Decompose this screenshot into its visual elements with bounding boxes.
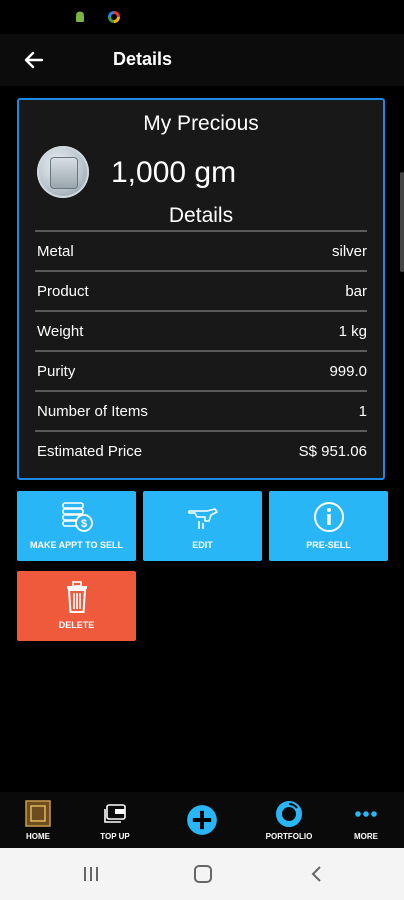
detail-value: 1 <box>358 403 367 420</box>
info-icon <box>269 499 388 535</box>
more-dots-icon <box>334 800 398 828</box>
pre-sell-label: PRE-SELL <box>306 540 351 550</box>
silver-bar-image <box>37 146 89 198</box>
detail-label: Number of Items <box>37 403 148 420</box>
hand-edit-icon <box>143 499 262 535</box>
detail-value: 1 kg <box>338 323 367 340</box>
detail-row-product: Product bar <box>35 270 367 310</box>
nav-top-up[interactable]: TOP UP <box>83 792 147 848</box>
make-appt-button[interactable]: $ MAKE APPT TO SELL <box>17 491 136 561</box>
android-icon <box>76 11 84 22</box>
make-appt-label: MAKE APPT TO SELL <box>29 540 123 550</box>
detail-label: Estimated Price <box>37 443 143 460</box>
nav-top-up-label: TOP UP <box>100 832 130 841</box>
detail-label: Metal <box>37 243 74 260</box>
holding-weight: 1,000 gm <box>111 156 237 189</box>
holding-title: My Precious <box>143 112 259 135</box>
nav-more[interactable]: MORE <box>334 792 398 848</box>
page-title: Details <box>113 49 173 69</box>
nav-add-button[interactable] <box>170 792 234 848</box>
plus-circle-icon <box>170 804 234 835</box>
holding-card: My Precious 1,000 gm Details Metal silve… <box>17 98 385 480</box>
donut-chart-icon <box>257 800 321 828</box>
details-table: Metal silver Product bar Weight 1 kg Pur… <box>35 230 367 470</box>
recent-apps-button[interactable] <box>76 860 106 888</box>
scrollbar[interactable] <box>400 172 404 272</box>
edit-label: EDIT <box>192 540 213 550</box>
home-system-button[interactable] <box>188 860 218 888</box>
bottom-nav: HOME TOP UP PORTFOLIO MORE <box>0 792 404 848</box>
detail-row-weight: Weight 1 kg <box>35 310 367 350</box>
coins-icon: $ <box>17 499 136 535</box>
delete-label: DELETE <box>58 620 95 630</box>
home-icon <box>6 800 70 828</box>
system-nav-bar <box>0 848 404 900</box>
system-back-button[interactable] <box>302 860 332 888</box>
nav-more-label: MORE <box>354 832 378 841</box>
status-bar <box>0 0 404 34</box>
app-bar: Details <box>0 34 404 86</box>
detail-row-purity: Purity 999.0 <box>35 350 367 390</box>
nav-home-label: HOME <box>26 832 50 841</box>
nav-home[interactable]: HOME <box>6 792 70 848</box>
detail-row-metal: Metal silver <box>35 230 367 270</box>
back-button[interactable] <box>18 44 50 76</box>
edit-button[interactable]: EDIT <box>143 491 262 561</box>
home-square-icon <box>194 865 212 883</box>
trash-icon <box>17 579 136 615</box>
pre-sell-button[interactable]: PRE-SELL <box>269 491 388 561</box>
detail-value: S$ 951.06 <box>298 443 367 460</box>
chevron-left-icon <box>311 866 321 882</box>
detail-value: bar <box>345 283 367 300</box>
detail-label: Product <box>37 283 89 300</box>
wallet-icon <box>83 800 147 828</box>
detail-row-price: Estimated Price S$ 951.06 <box>35 430 367 470</box>
details-heading: Details <box>168 204 234 227</box>
detail-label: Weight <box>37 323 84 340</box>
detail-value: 999.0 <box>329 363 367 380</box>
svg-text:$: $ <box>80 518 86 530</box>
delete-button[interactable]: DELETE <box>17 571 136 641</box>
nav-portfolio-label: PORTFOLIO <box>265 832 313 841</box>
detail-value: silver <box>331 243 367 260</box>
detail-row-items: Number of Items 1 <box>35 390 367 430</box>
detail-label: Purity <box>37 363 76 380</box>
recent-apps-icon <box>84 867 98 881</box>
arrow-left-icon <box>24 51 44 69</box>
chrome-icon <box>108 11 120 23</box>
nav-portfolio[interactable]: PORTFOLIO <box>257 792 321 848</box>
